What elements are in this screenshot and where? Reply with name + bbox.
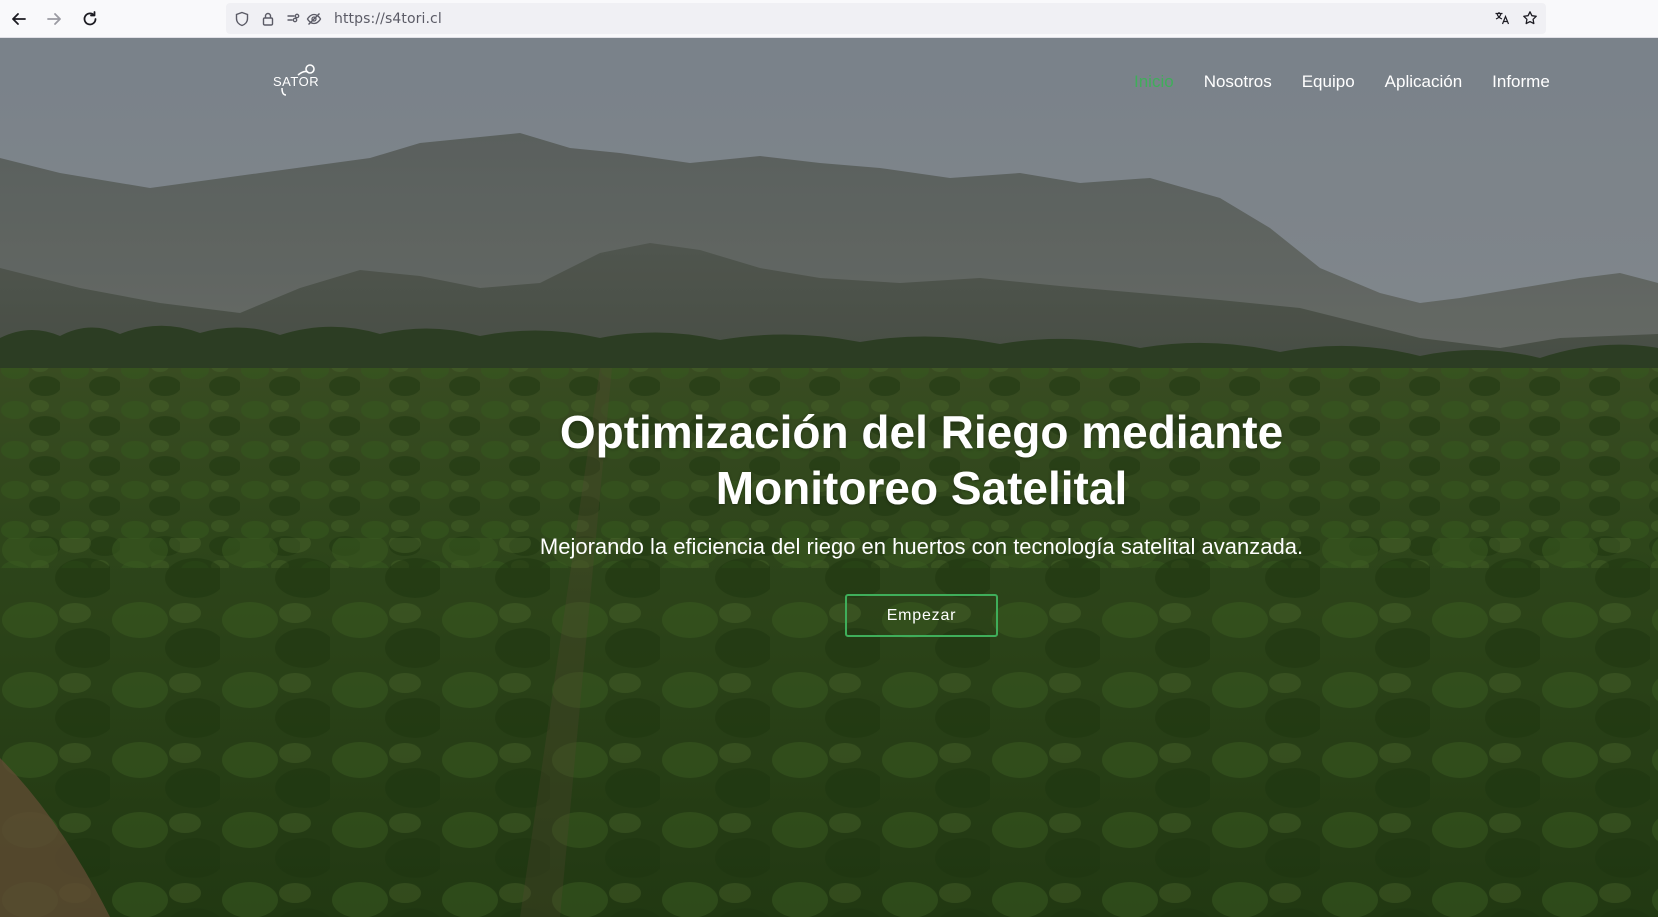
arrow-left-icon xyxy=(12,13,26,25)
permissions-icon[interactable] xyxy=(284,9,304,29)
shield-icon[interactable] xyxy=(232,9,252,29)
nav-link-inicio[interactable]: Inicio xyxy=(1134,72,1174,92)
nav-link-aplicacion[interactable]: Aplicación xyxy=(1385,72,1463,92)
nav-link-equipo[interactable]: Equipo xyxy=(1302,72,1355,92)
hero-subtitle: Mejorando la eficiencia del riego en hue… xyxy=(539,534,1304,559)
empezar-button[interactable]: Empezar xyxy=(845,594,998,637)
hero-title: Optimización del Riego mediante Monitore… xyxy=(0,404,1658,516)
bookmark-star-icon[interactable] xyxy=(1520,8,1540,28)
hero-title-line2: Monitoreo Satelital xyxy=(715,462,1128,514)
tracking-blocked-icon[interactable] xyxy=(304,9,324,29)
hero-section: SATORI Inicio Nosotros Equipo Aplicación… xyxy=(0,38,1658,917)
nav-link-informe[interactable]: Informe xyxy=(1492,72,1550,92)
lock-icon[interactable] xyxy=(258,9,278,29)
satori-logo-icon: SATORI xyxy=(273,64,323,96)
site-navigation: Inicio Nosotros Equipo Aplicación Inform… xyxy=(1134,72,1550,92)
url-text[interactable]: https://s4tori.cl xyxy=(334,11,442,27)
translate-icon[interactable] xyxy=(1492,8,1512,28)
site-logo[interactable]: SATORI xyxy=(272,64,323,98)
forward-button[interactable] xyxy=(41,6,67,32)
arrow-right-icon xyxy=(47,13,61,25)
hero-title-line1: Optimización del Riego mediante xyxy=(559,406,1284,458)
reload-button[interactable] xyxy=(77,6,103,32)
address-bar[interactable]: https://s4tori.cl xyxy=(226,3,1546,34)
browser-toolbar: https://s4tori.cl xyxy=(0,0,1658,38)
back-button[interactable] xyxy=(6,6,32,32)
svg-text:SATORI: SATORI xyxy=(273,74,320,89)
nav-link-nosotros[interactable]: Nosotros xyxy=(1204,72,1272,92)
reload-icon xyxy=(83,11,97,26)
